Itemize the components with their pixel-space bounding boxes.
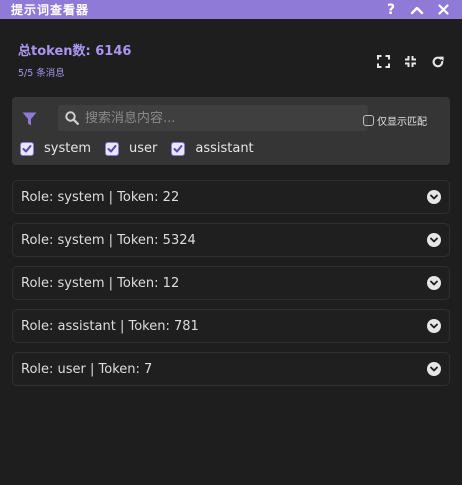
collapse-icon	[405, 56, 416, 67]
filter-icon[interactable]	[22, 111, 37, 130]
role-checkbox-assistant[interactable]	[171, 141, 186, 156]
role-label-system: system	[44, 141, 91, 156]
role-option-assistant[interactable]: assistant	[171, 141, 254, 156]
message-item[interactable]: Role: system | Token: 12	[12, 266, 450, 300]
search-icon	[65, 111, 79, 125]
only-match-label: 仅显示匹配	[377, 117, 427, 128]
message-item[interactable]: Role: system | Token: 5324	[12, 223, 450, 257]
fullscreen-icon	[377, 55, 390, 68]
message-summary: Role: user | Token: 7	[21, 361, 153, 377]
role-option-user[interactable]: user	[105, 141, 157, 156]
only-match-checkbox[interactable]	[363, 115, 374, 126]
window-controls: ?	[382, 1, 462, 19]
refresh-button[interactable]	[429, 53, 446, 70]
message-list: Role: system | Token: 22 Role: system | …	[12, 180, 450, 395]
role-checkbox-user[interactable]	[105, 141, 119, 156]
message-summary: Role: system | Token: 22	[21, 189, 180, 205]
only-match-toggle[interactable]: 仅显示匹配	[363, 113, 427, 128]
title-bar: 提示词查看器 ?	[0, 0, 462, 19]
chevron-down-icon[interactable]	[427, 190, 441, 204]
role-option-system[interactable]: system	[20, 141, 91, 156]
search-input[interactable]	[85, 110, 345, 126]
search-box	[58, 105, 368, 131]
chevron-down-icon[interactable]	[427, 233, 441, 247]
refresh-icon	[432, 56, 444, 67]
check-icon	[22, 144, 32, 152]
help-icon: ?	[386, 1, 396, 18]
message-summary: Role: assistant | Token: 781	[21, 318, 199, 334]
message-item[interactable]: Role: assistant | Token: 781	[12, 309, 450, 343]
toolbar	[375, 53, 446, 70]
message-summary: Role: system | Token: 12	[21, 275, 180, 291]
chevron-down-icon[interactable]	[427, 362, 441, 376]
message-summary: Role: system | Token: 5324	[21, 232, 196, 248]
chevron-down-icon[interactable]	[427, 276, 441, 290]
fullscreen-button[interactable]	[375, 53, 392, 70]
message-item[interactable]: Role: system | Token: 22	[12, 180, 450, 214]
chevron-down-icon[interactable]	[427, 319, 441, 333]
role-label-user: user	[129, 141, 158, 156]
role-label-assistant: assistant	[195, 141, 254, 156]
summary-header: 总token数: 6146 5/5 条消息	[18, 40, 131, 79]
close-icon	[437, 4, 449, 15]
window-title: 提示词查看器	[11, 3, 90, 17]
message-item[interactable]: Role: user | Token: 7	[12, 352, 450, 386]
help-button[interactable]: ?	[382, 1, 400, 19]
collapse-button[interactable]	[402, 53, 419, 70]
role-filter: system user assistant	[20, 141, 268, 156]
filter-panel: 仅显示匹配 system user assistant	[12, 97, 450, 165]
close-button[interactable]	[434, 1, 452, 19]
check-icon	[173, 144, 183, 152]
chevron-up-icon	[410, 6, 424, 14]
role-checkbox-system[interactable]	[20, 141, 34, 156]
total-token-count: 总token数: 6146	[18, 44, 132, 59]
message-count: 5/5 条消息	[18, 68, 65, 79]
minimize-button[interactable]	[408, 1, 426, 19]
check-icon	[107, 144, 117, 152]
